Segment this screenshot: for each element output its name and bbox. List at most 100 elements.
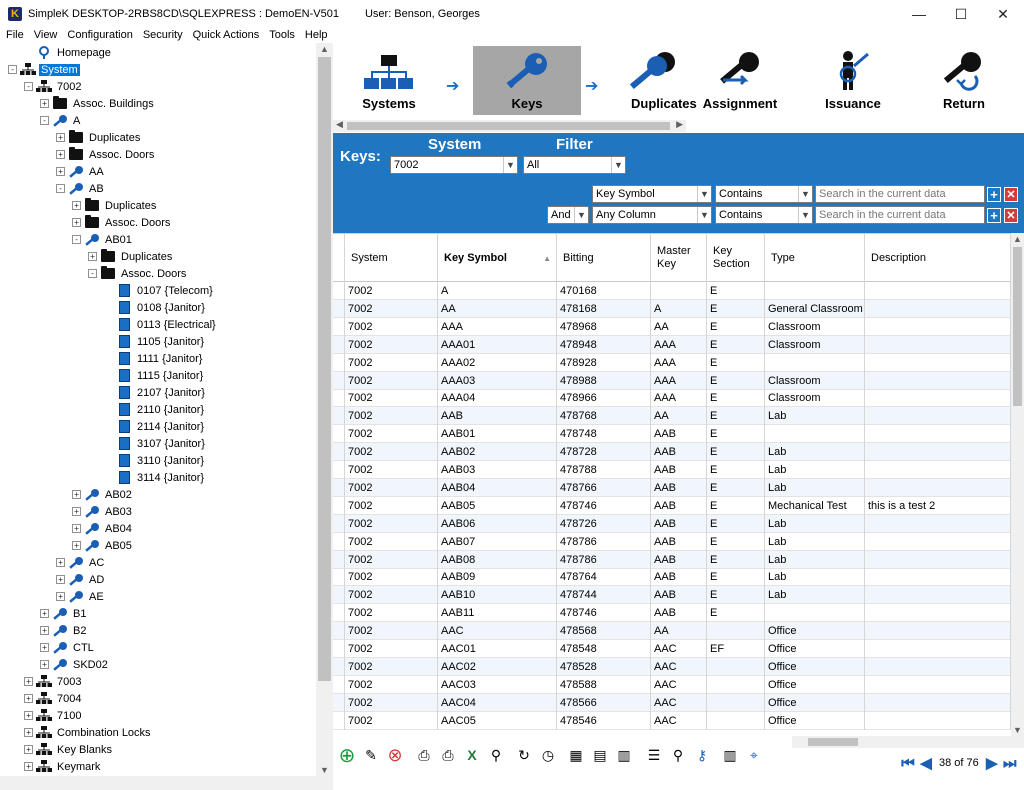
cell-master-key[interactable]: AAC [651, 657, 707, 676]
cell-master-key[interactable]: A [651, 299, 707, 318]
column-header-type[interactable]: Type [765, 234, 865, 282]
cell-description[interactable] [865, 514, 1011, 533]
scroll-down-icon[interactable]: ▼ [320, 765, 329, 775]
cell-bitting[interactable]: 478988 [557, 371, 651, 390]
cell-key-section[interactable]: E [707, 299, 765, 318]
cell-bitting[interactable]: 478768 [557, 407, 651, 426]
filter-icon[interactable]: ⚲ [485, 744, 507, 766]
cell-bitting[interactable]: 478566 [557, 693, 651, 712]
collapse-icon[interactable]: - [88, 269, 97, 278]
cell-type[interactable]: Classroom [765, 335, 865, 354]
add-filter-button[interactable]: + [987, 208, 1001, 223]
cell-description[interactable] [865, 478, 1011, 497]
module-keys-button[interactable]: Keys [473, 46, 581, 115]
cell-key-symbol[interactable]: AAC01 [438, 640, 557, 658]
excel-export-icon[interactable]: X [461, 744, 483, 766]
cell-description[interactable] [865, 640, 1011, 658]
tree-node[interactable]: + Duplicates [72, 197, 158, 214]
tree-node[interactable]: + AB02 [72, 486, 134, 503]
pinning-chart-icon[interactable]: ▥ [719, 744, 741, 766]
tree-node[interactable]: 1111 {Janitor} [104, 350, 204, 367]
add-record-icon[interactable]: ⊕ [336, 744, 358, 767]
cell-master-key[interactable]: AAC [651, 693, 707, 712]
row-selector[interactable] [333, 425, 345, 444]
tree-node[interactable]: Homepage [24, 44, 113, 61]
cell-system[interactable]: 7002 [345, 550, 438, 569]
scroll-up-icon[interactable]: ▲ [320, 44, 329, 54]
refresh-icon[interactable]: ↻ [513, 744, 535, 766]
tree-node[interactable]: + Assoc. Doors [72, 214, 172, 231]
cell-system[interactable]: 7002 [345, 317, 438, 336]
cell-key-symbol[interactable]: AAB06 [438, 514, 557, 533]
collapse-icon[interactable]: - [56, 184, 65, 193]
cell-key-section[interactable]: E [707, 389, 765, 408]
cell-master-key[interactable]: AAA [651, 353, 707, 372]
tree-node[interactable]: + AD [56, 571, 106, 588]
collapse-icon[interactable]: - [40, 116, 49, 125]
cell-key-symbol[interactable]: AAB05 [438, 496, 557, 515]
expand-icon[interactable]: + [72, 541, 81, 550]
filter1-search-input[interactable]: Search in the current data [815, 185, 985, 203]
next-page-button[interactable]: ▶ [983, 754, 1001, 772]
cell-key-symbol[interactable]: AAB08 [438, 550, 557, 569]
cell-key-section[interactable]: E [707, 532, 765, 551]
cell-type[interactable] [765, 353, 865, 372]
add-filter-button[interactable]: + [987, 187, 1001, 202]
cell-master-key[interactable]: AAB [651, 461, 707, 479]
cell-bitting[interactable]: 478786 [557, 532, 651, 551]
column-header-key-section[interactable]: Key Section [707, 234, 765, 282]
tree-node[interactable]: - System [8, 61, 80, 78]
table-row[interactable]: 7002 AAB08 478786 AAB E Lab [333, 550, 1011, 569]
table-row[interactable]: 7002 AAC03 478588 AAC Office [333, 675, 1011, 694]
row-selector[interactable] [333, 586, 345, 605]
cell-key-symbol[interactable]: AAC02 [438, 657, 557, 676]
cell-master-key[interactable]: AAA [651, 335, 707, 354]
table-row[interactable]: 7002 A 470168 E [333, 282, 1011, 300]
cell-type[interactable]: Office [765, 657, 865, 676]
grid-layout-icon[interactable]: ▦ [565, 744, 587, 766]
table-row[interactable]: 7002 AA 478168 A E General Classroom [333, 299, 1011, 318]
scroll-right-icon[interactable]: ▶ [676, 119, 683, 130]
cell-system[interactable]: 7002 [345, 353, 438, 372]
cell-key-section[interactable]: E [707, 425, 765, 444]
row-selector[interactable] [333, 604, 345, 623]
tree-scroll-thumb[interactable] [318, 57, 331, 681]
history-icon[interactable]: ◷ [537, 744, 559, 766]
cell-description[interactable] [865, 443, 1011, 462]
cell-master-key[interactable]: AAB [651, 443, 707, 462]
cell-type[interactable]: General Classroom [765, 299, 865, 318]
column-header-key-symbol[interactable]: Key Symbol ▲ [438, 234, 557, 282]
cell-system[interactable]: 7002 [345, 407, 438, 426]
cell-system[interactable]: 7002 [345, 335, 438, 354]
cell-master-key[interactable]: AAB [651, 586, 707, 605]
cell-key-symbol[interactable]: AAB09 [438, 568, 557, 587]
map-pin-icon[interactable]: ⌖ [743, 744, 765, 766]
row-selector[interactable] [333, 353, 345, 372]
cell-key-symbol[interactable]: AAA [438, 317, 557, 336]
cell-key-section[interactable]: E [707, 282, 765, 300]
tree-node[interactable]: + B2 [40, 622, 88, 639]
expand-icon[interactable]: + [40, 609, 49, 618]
cell-description[interactable] [865, 550, 1011, 569]
cell-system[interactable]: 7002 [345, 640, 438, 658]
table-row[interactable]: 7002 AAB07 478786 AAB E Lab [333, 532, 1011, 551]
table-row[interactable]: 7002 AAB10 478744 AAB E Lab [333, 586, 1011, 605]
column-header-system[interactable]: System [345, 234, 438, 282]
cell-description[interactable]: this is a test 2 [865, 496, 1011, 515]
expand-icon[interactable]: + [40, 99, 49, 108]
cell-type[interactable]: Lab [765, 443, 865, 462]
row-selector[interactable] [333, 371, 345, 390]
cell-system[interactable]: 7002 [345, 693, 438, 712]
cell-key-symbol[interactable]: AAB11 [438, 604, 557, 623]
cell-type[interactable]: Lab [765, 478, 865, 497]
cell-description[interactable] [865, 604, 1011, 623]
tree-node[interactable]: 1115 {Janitor} [104, 367, 205, 384]
row-selector[interactable] [333, 282, 345, 300]
cell-master-key[interactable]: AAB [651, 604, 707, 623]
expand-icon[interactable]: + [24, 762, 33, 771]
cell-bitting[interactable]: 478744 [557, 586, 651, 605]
cell-key-symbol[interactable]: AAA03 [438, 371, 557, 390]
module-toolbar-scroll-thumb[interactable] [347, 122, 670, 130]
table-row[interactable]: 7002 AAA 478968 AA E Classroom [333, 317, 1011, 336]
tree-node[interactable]: - AB01 [72, 231, 134, 248]
